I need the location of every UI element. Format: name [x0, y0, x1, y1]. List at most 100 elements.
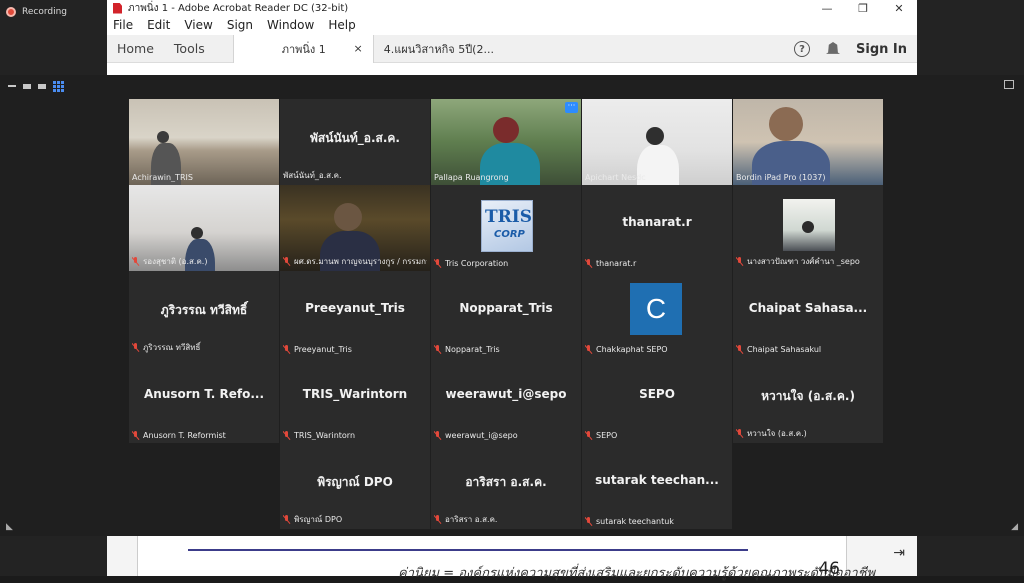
participant-tile[interactable]: นางสาวปัณฑา วงศ์คำนา _sepo: [733, 185, 883, 271]
mic-muted-icon: [283, 257, 290, 266]
mic-muted-icon: [283, 515, 290, 524]
tab-tools[interactable]: Tools: [164, 41, 215, 56]
tab-bar-right: ? Sign In: [794, 35, 907, 63]
gallery-view-icon[interactable]: [53, 81, 64, 92]
sign-in-button[interactable]: Sign In: [856, 42, 907, 57]
participant-tile[interactable]: Bordin iPad Pro (1037): [733, 99, 883, 185]
participant-tile[interactable]: พิรญาณ์ DPO พิรญาณ์ DPO: [280, 443, 430, 529]
participant-tile[interactable]: TRIS_Warintorn TRIS_Warintorn: [280, 357, 430, 443]
collapse-panel-icon[interactable]: ⇥: [893, 545, 905, 561]
tab-home[interactable]: Home: [107, 41, 164, 56]
participant-tile[interactable]: sutarak teechan... sutarak teechantuk: [582, 443, 732, 529]
close-tab-icon[interactable]: ×: [354, 42, 363, 55]
participant-tile[interactable]: Anusorn T. Refo... Anusorn T. Reformist: [129, 357, 279, 443]
tab-other-document[interactable]: 4.แผนวิสาหกิจ 5ปี(2...: [372, 34, 518, 63]
mic-muted-icon: [585, 345, 592, 354]
participant-name: thanarat.r: [596, 259, 637, 268]
participant-tile[interactable]: อาริสรา อ.ส.ค. อาริสรา อ.ส.ค.: [431, 443, 581, 529]
doc-divider: [188, 549, 748, 551]
participant-name: ผศ.ดร.มานพ กาญจนบุรางกูร / กรรมการ: [294, 257, 427, 266]
participant-name-label: Anusorn T. Reformist: [132, 431, 276, 440]
mic-muted-icon: [736, 345, 743, 354]
tris-logo: TRIS CORP: [481, 200, 533, 252]
participant-tile[interactable]: Chaipat Sahasa... Chaipat Sahasakul: [733, 271, 883, 357]
participant-name-label: Chakkaphat SEPO: [585, 345, 729, 354]
window-icon[interactable]: [23, 83, 31, 89]
participant-display-name: SEPO: [639, 387, 675, 401]
participant-display-name: sutarak teechan...: [595, 473, 719, 487]
mic-muted-icon: [283, 345, 290, 354]
resize-handle-icon[interactable]: ◢: [1011, 522, 1018, 532]
participant-name-label: Pallapa Ruangrong: [434, 173, 578, 182]
participant-display-name: พิรญาณ์ DPO: [317, 475, 393, 489]
tab-active-document[interactable]: ภาพนิ่ง 1 ×: [232, 34, 373, 63]
participant-name-label: Preeyanut_Tris: [283, 345, 427, 354]
participant-name: Achirawin_TRIS: [132, 173, 193, 182]
restore-icon[interactable]: ❐: [845, 0, 881, 16]
menu-edit[interactable]: Edit: [147, 18, 170, 32]
menu-bar: File Edit View Sign Window Help: [107, 16, 917, 34]
participant-display-name: thanarat.r: [622, 215, 692, 229]
participant-name-label: อาริสรา อ.ส.ค.: [434, 513, 578, 526]
fullscreen-icon[interactable]: [1004, 80, 1014, 89]
participant-name-label: Achirawin_TRIS: [132, 173, 276, 182]
participant-name: Anusorn T. Reformist: [143, 431, 226, 440]
participant-name-label: TRIS_Warintorn: [283, 431, 427, 440]
desktop: Recording ภาพนิ่ง 1 - Adobe Acrobat Read…: [0, 0, 1024, 581]
minimize-icon[interactable]: —: [809, 0, 845, 16]
participant-name: TRIS_Warintorn: [294, 431, 356, 440]
participant-tile[interactable]: ··· Pallapa Ruangrong: [431, 99, 581, 185]
mic-muted-icon: [132, 343, 139, 352]
participant-tile[interactable]: หวานใจ (อ.ส.ค.) หวานใจ (อ.ส.ค.): [733, 357, 883, 443]
mic-muted-icon: [736, 429, 743, 438]
bell-icon[interactable]: [826, 42, 840, 54]
active-doc-label: ภาพนิ่ง 1: [281, 42, 326, 56]
participant-name-label: รองสุชาติ (อ.ส.ค.): [132, 255, 276, 268]
person-head: [493, 117, 519, 143]
menu-help[interactable]: Help: [328, 18, 355, 32]
participant-tile[interactable]: thanarat.r thanarat.r: [582, 185, 732, 271]
participant-name-label: ภูริวรรณ ทวีสิทธิ์: [132, 341, 276, 354]
participant-name-label: Bordin iPad Pro (1037): [736, 173, 880, 182]
document-page: ค่านิยม = องค์กรแห่งความสุขที่ส่งเสริมแล…: [137, 535, 875, 581]
participant-tile[interactable]: C Chakkaphat SEPO: [582, 271, 732, 357]
participant-tile[interactable]: ผศ.ดร.มานพ กาญจนบุรางกูร / กรรมการ: [280, 185, 430, 271]
participant-name: weerawut_i@sepo: [445, 431, 518, 440]
minimize-icon[interactable]: [8, 85, 16, 87]
participant-tile[interactable]: พัสน์นันท์_อ.ส.ค. พัสน์นันท์_อ.ส.ค.: [280, 99, 430, 185]
participant-tile[interactable]: TRIS CORP Tris Corporation: [431, 185, 581, 271]
participant-tile[interactable]: weerawut_i@sepo weerawut_i@sepo: [431, 357, 581, 443]
acrobat-titlebar: ภาพนิ่ง 1 - Adobe Acrobat Reader DC (32-…: [107, 0, 917, 16]
participant-tile[interactable]: ภูริวรรณ ทวีสิทธิ์ ภูริวรรณ ทวีสิทธิ์: [129, 271, 279, 357]
more-options-icon[interactable]: ···: [565, 102, 578, 113]
participant-tile[interactable]: รองสุชาติ (อ.ส.ค.): [129, 185, 279, 271]
mic-muted-icon: [132, 257, 139, 266]
menu-sign[interactable]: Sign: [227, 18, 253, 32]
participant-name-label: พิรญาณ์ DPO: [283, 513, 427, 526]
participant-name-label: weerawut_i@sepo: [434, 431, 578, 440]
participant-tile[interactable]: Apichart Nesdc: [582, 99, 732, 185]
person-head: [334, 203, 362, 231]
participant-tile[interactable]: SEPO SEPO: [582, 357, 732, 443]
close-icon[interactable]: ✕: [881, 0, 917, 16]
participant-name-label: นางสาวปัณฑา วงศ์คำนา _sepo: [736, 255, 880, 268]
participant-tile[interactable]: Nopparat_Tris Nopparat_Tris: [431, 271, 581, 357]
speaker-view-icon[interactable]: [38, 83, 46, 89]
menu-view[interactable]: View: [184, 18, 212, 32]
mic-muted-icon: [434, 515, 441, 524]
mic-muted-icon: [132, 431, 139, 440]
resize-handle-icon[interactable]: ◣: [6, 522, 13, 532]
other-doc-label: 4.แผนวิสาหกิจ 5ปี(2...: [383, 42, 494, 56]
person-head: [769, 107, 803, 141]
recording-indicator: Recording: [6, 7, 67, 17]
help-icon[interactable]: ?: [794, 41, 810, 57]
avatar: C: [630, 283, 682, 335]
mic-muted-icon: [585, 431, 592, 440]
menu-file[interactable]: File: [113, 18, 133, 32]
participant-tile[interactable]: Achirawin_TRIS: [129, 99, 279, 185]
participant-name-label: Apichart Nesdc: [585, 173, 729, 182]
menu-window[interactable]: Window: [267, 18, 314, 32]
participant-name-label: ผศ.ดร.มานพ กาญจนบุรางกูร / กรรมการ: [283, 255, 427, 268]
participant-tile[interactable]: Preeyanut_Tris Preeyanut_Tris: [280, 271, 430, 357]
person-head: [646, 127, 664, 145]
